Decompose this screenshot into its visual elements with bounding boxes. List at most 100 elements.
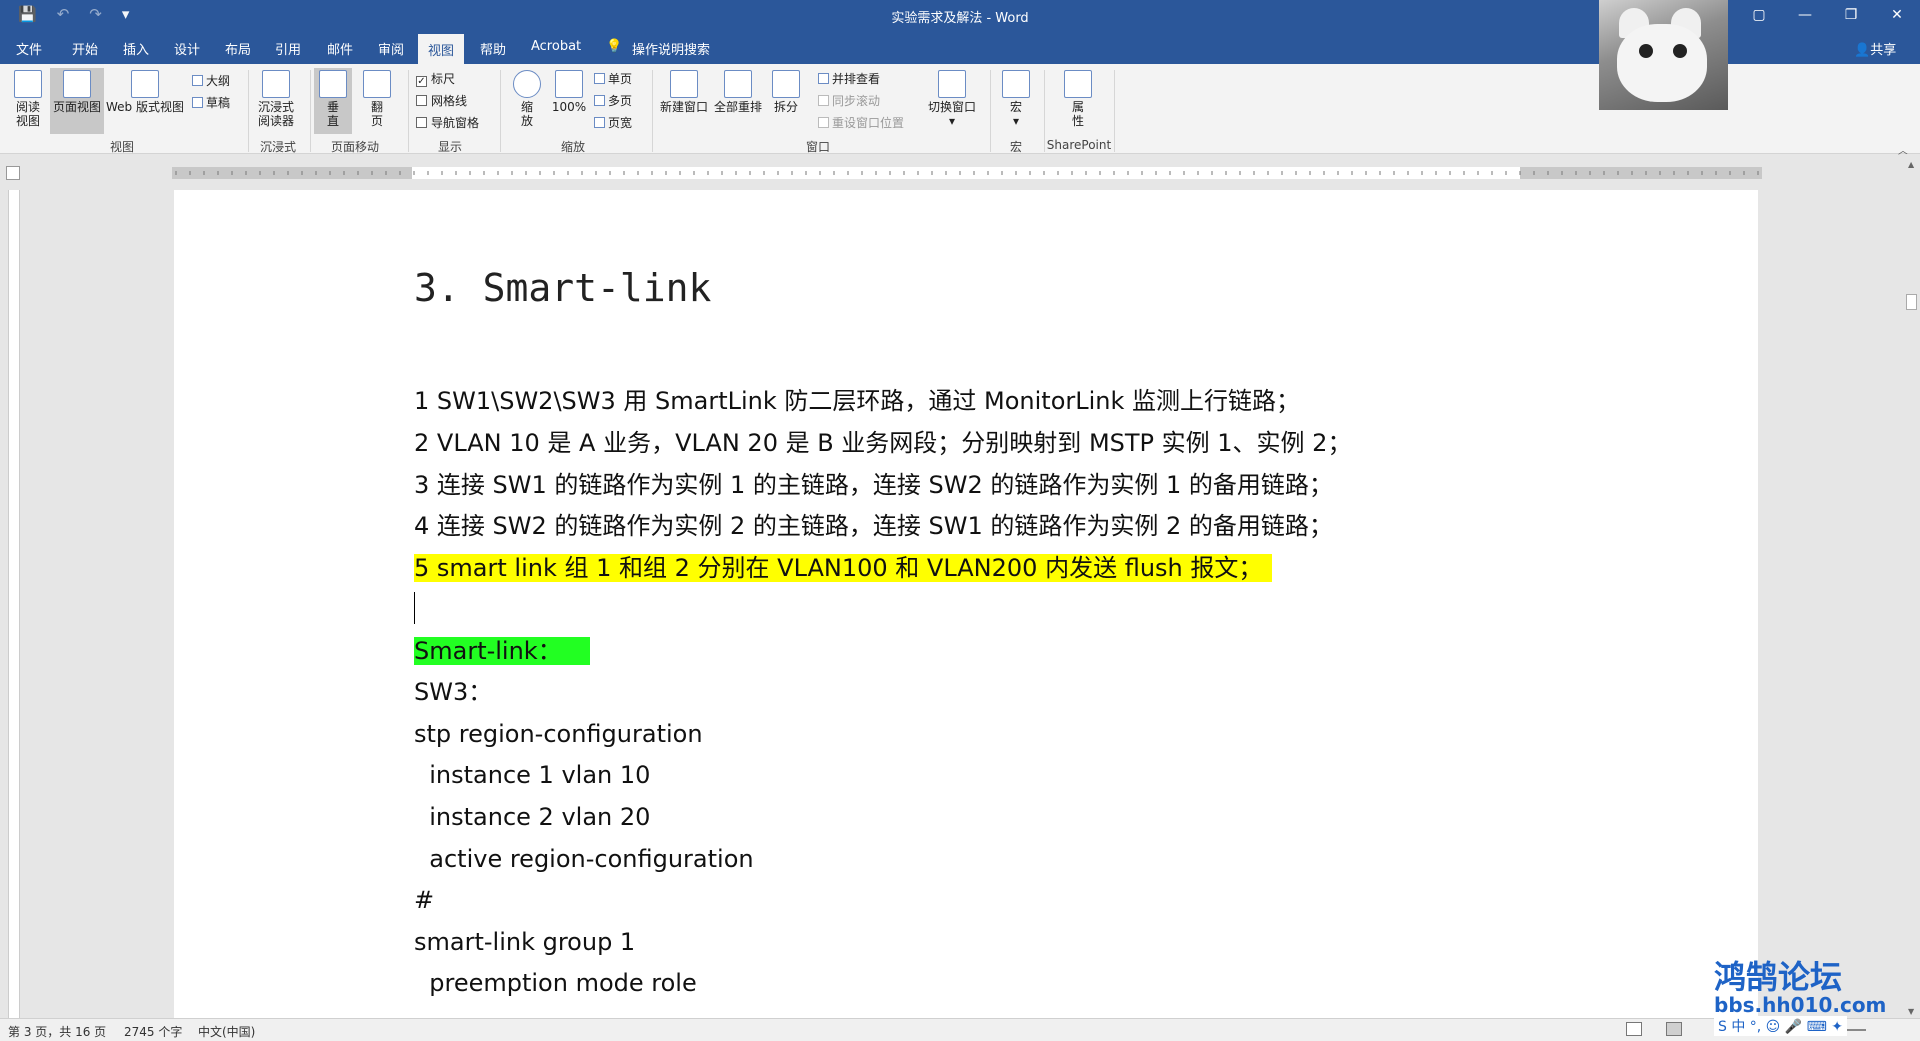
doc-line-instance-1[interactable]: instance 1 vlan 10	[414, 758, 650, 792]
tab-selector[interactable]	[6, 166, 20, 180]
language-status[interactable]: 中文(中国)	[198, 1023, 255, 1040]
doc-line-active-region[interactable]: active region-configuration	[414, 842, 753, 876]
tab-insert[interactable]: 插入	[123, 39, 149, 58]
group-label-immersive: 沉浸式	[259, 140, 296, 154]
doc-line-smart-link-highlighted[interactable]: Smart-link：	[414, 637, 590, 665]
doc-line-5-highlighted[interactable]: 5 smart link 组 1 和组 2 分别在 VLAN100 和 VLAN…	[414, 554, 1273, 582]
doc-line-4[interactable]: 4 连接 SW2 的链路作为实例 2 的主链路，连接 SW1 的链路作为实例 2…	[414, 509, 1333, 543]
vertical-page-movement-button[interactable]: 垂 直	[314, 68, 352, 134]
tab-acrobat[interactable]: Acrobat	[531, 39, 581, 54]
synchronous-scrolling-button[interactable]: 同步滚动	[818, 92, 880, 109]
tab-references[interactable]: 引用	[275, 39, 301, 58]
one-page-icon	[594, 73, 605, 84]
doc-line-preemption[interactable]: preemption mode role	[414, 966, 696, 1000]
ruler-checkbox[interactable]: ✓ 标尺	[416, 70, 455, 87]
split-icon	[772, 70, 800, 98]
doc-line-2[interactable]: 2 VLAN 10 是 A 业务，VLAN 20 是 B 业务网段；分别映射到 …	[414, 426, 1351, 460]
restore-icon[interactable]: ❐	[1828, 0, 1874, 30]
macros-icon	[1002, 70, 1030, 98]
group-label-views: 视图	[109, 140, 134, 154]
group-label-zoom: 缩放	[560, 140, 585, 154]
scrollbar-thumb[interactable]	[1906, 294, 1917, 310]
one-page-button[interactable]: 单页	[594, 70, 632, 87]
switch-windows-button[interactable]: 切换窗口 ▾	[924, 70, 980, 128]
switch-windows-icon	[938, 70, 966, 98]
horizontal-ruler[interactable]	[172, 167, 1762, 179]
navigation-pane-checkbox[interactable]: 导航窗格	[416, 114, 479, 131]
read-mode-icon[interactable]	[1626, 1022, 1642, 1036]
draft-icon	[192, 97, 203, 108]
multiple-pages-button[interactable]: 多页	[594, 92, 632, 109]
print-layout-button[interactable]: 页面视图	[50, 68, 104, 134]
doc-line-3[interactable]: 3 连接 SW1 的链路作为实例 1 的主链路，连接 SW2 的链路作为实例 1…	[414, 468, 1333, 502]
split-button[interactable]: 拆分	[768, 70, 804, 114]
sync-scroll-icon	[818, 95, 829, 106]
tab-help[interactable]: 帮助	[480, 39, 506, 58]
reset-window-position-button[interactable]: 重设窗口位置	[818, 114, 904, 131]
draft-button[interactable]: 草稿	[192, 94, 230, 111]
share-button[interactable]: 👤共享	[1854, 39, 1896, 58]
outline-button[interactable]: 大纲	[192, 72, 230, 89]
page-width-icon	[594, 117, 605, 128]
zoom-button[interactable]: 缩 放	[508, 70, 546, 128]
lightbulb-icon: 💡	[606, 39, 623, 54]
group-label-show: 显示	[437, 140, 462, 154]
doc-line-hash[interactable]: #	[414, 883, 434, 917]
reset-position-icon	[818, 117, 829, 128]
vertical-ruler[interactable]	[8, 190, 20, 1020]
tab-view[interactable]: 视图	[418, 34, 465, 64]
page-count-status[interactable]: 第 3 页，共 16 页	[8, 1023, 106, 1040]
doc-line-sw3[interactable]: SW3：	[414, 675, 492, 709]
doc-line-instance-2[interactable]: instance 2 vlan 20	[414, 800, 650, 834]
macros-button[interactable]: 宏 ▾	[996, 70, 1036, 128]
doc-line-smart-link-group[interactable]: smart-link group 1	[414, 925, 635, 959]
immersive-reader-icon	[262, 70, 290, 98]
tab-design[interactable]: 设计	[174, 39, 200, 58]
outline-icon	[192, 75, 203, 86]
text-cursor	[414, 592, 415, 624]
close-icon[interactable]: ✕	[1874, 0, 1920, 30]
print-layout-icon[interactable]	[1666, 1022, 1682, 1036]
minimize-icon[interactable]: —	[1782, 0, 1828, 30]
new-window-button[interactable]: 新建窗口	[658, 70, 710, 114]
scroll-down-icon[interactable]: ▼	[1908, 1007, 1914, 1016]
document-page[interactable]: 3. Smart-link 1 SW1\SW2\SW3 用 SmartLink …	[174, 190, 1758, 1018]
tell-me-search[interactable]: 操作说明搜索	[632, 39, 710, 58]
heading-smart-link[interactable]: 3. Smart-link	[414, 266, 711, 310]
vertical-scrollbar[interactable]: ▲ ▼	[1904, 154, 1920, 1018]
zoom-100-button[interactable]: 100%	[550, 70, 588, 114]
tab-mailings[interactable]: 邮件	[327, 39, 353, 58]
print-layout-icon	[63, 70, 91, 98]
properties-button[interactable]: 属 性	[1060, 70, 1096, 128]
ribbon-display-options-icon[interactable]: ▢	[1736, 0, 1782, 30]
gridlines-checkbox[interactable]: 网格线	[416, 92, 467, 109]
person-icon: 👤	[1854, 43, 1871, 58]
tab-layout[interactable]: 布局	[225, 39, 251, 58]
chevron-down-icon: ▾	[1012, 114, 1020, 128]
scroll-up-icon[interactable]: ▲	[1908, 160, 1914, 169]
multiple-pages-icon	[594, 95, 605, 106]
arrange-all-button[interactable]: 全部重排	[712, 70, 764, 114]
web-layout-button[interactable]: Web 版式视图	[104, 70, 186, 114]
ruler-ticks	[175, 171, 1759, 175]
immersive-reader-button[interactable]: 沉浸式 阅读器	[254, 70, 298, 128]
word-count-status[interactable]: 2745 个字	[124, 1023, 182, 1040]
webcam-overlay-cat-image	[1599, 0, 1728, 110]
view-side-by-side-button[interactable]: 并排查看	[818, 70, 880, 87]
read-mode-button[interactable]: 阅读 视图	[8, 70, 48, 128]
group-label-sharepoint: SharePoint	[1046, 138, 1112, 152]
vertical-scroll-icon	[319, 70, 347, 98]
zoom-100-icon	[555, 70, 583, 98]
read-mode-icon	[14, 70, 42, 98]
ime-toolbar[interactable]: S 中 °, ☺ 🎤 ⌨ ✦	[1714, 1016, 1848, 1036]
doc-line-stp-region[interactable]: stp region-configuration	[414, 717, 703, 751]
group-label-macros: 宏	[1009, 140, 1022, 154]
tab-review[interactable]: 审阅	[378, 39, 404, 58]
magnifier-icon	[513, 70, 541, 98]
side-to-side-button[interactable]: 翻 页	[358, 70, 396, 128]
doc-line-1[interactable]: 1 SW1\SW2\SW3 用 SmartLink 防二层环路，通过 Monit…	[414, 384, 1300, 418]
tab-home[interactable]: 开始	[72, 39, 98, 58]
forum-watermark: 鸿鹄论坛 bbs.hh010.com	[1714, 958, 1887, 1017]
page-width-button[interactable]: 页宽	[594, 114, 632, 131]
tab-file[interactable]: 文件	[16, 39, 42, 58]
